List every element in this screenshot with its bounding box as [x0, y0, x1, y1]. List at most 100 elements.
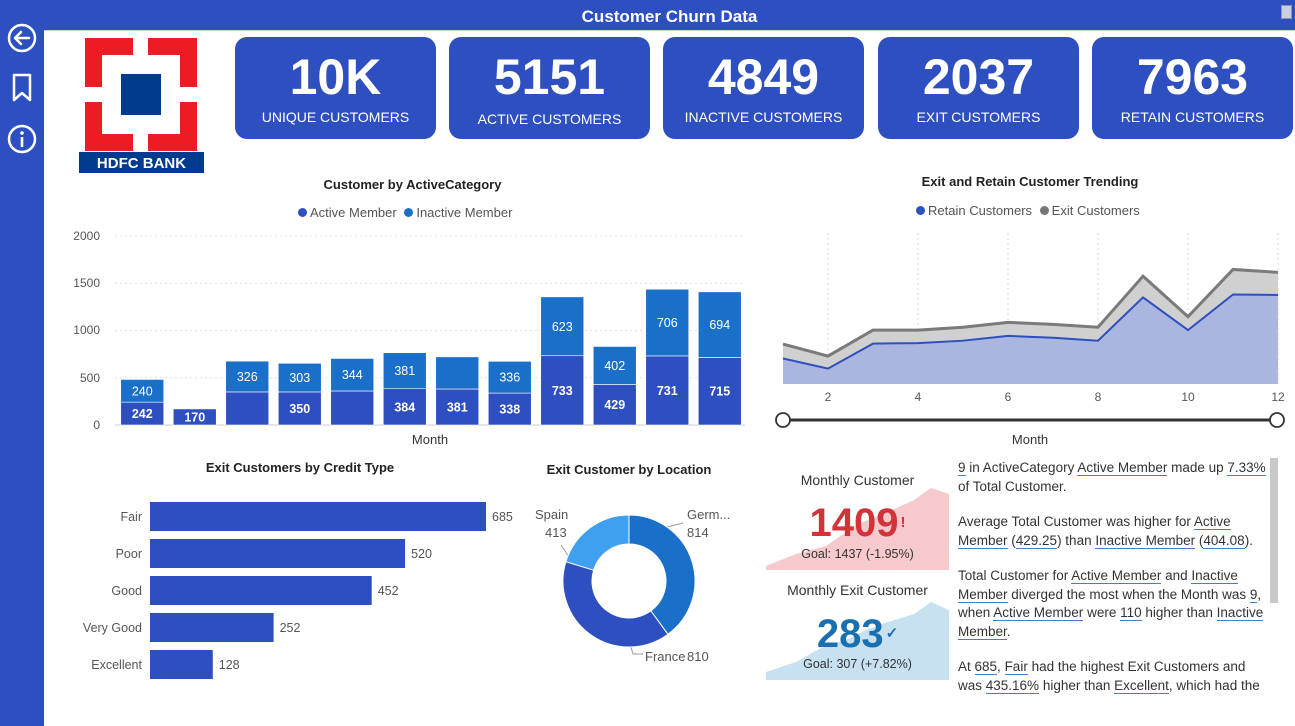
data-label: 384 [394, 400, 415, 414]
data-label: 733 [552, 384, 573, 398]
x-tick-label: 6 [1005, 390, 1012, 404]
narrative-value: Active Member [1071, 568, 1162, 584]
narrative-text: were [1083, 605, 1121, 620]
data-label: 694 [709, 318, 730, 332]
category-label: Fair [120, 510, 142, 524]
monthly-customer-label: Monthly Customer [800, 472, 915, 488]
kpi-inactive-customers: 4849 INACTIVE CUSTOMERS [663, 37, 864, 139]
donut-slice [565, 514, 630, 571]
kpi-value: 10K [289, 49, 382, 105]
donut-label-value: 413 [545, 525, 567, 540]
category-label: Excellent [91, 658, 142, 672]
legend-dot [404, 208, 414, 217]
donut-label-name: France [645, 649, 685, 664]
y-tick-label: 500 [80, 371, 100, 385]
credit-type-chart: Fair 685 Poor 520 Good 452 Very Good 252 Excelle… [83, 502, 513, 679]
data-label: 452 [378, 584, 399, 598]
narrative-text: ( [1007, 532, 1016, 548]
data-label: 128 [219, 658, 240, 672]
back-arrow-icon[interactable] [7, 23, 37, 53]
legend-dot [1039, 206, 1049, 215]
narrative-text: Total Customer for [958, 568, 1072, 583]
narrative-value: Excellent [1114, 677, 1169, 694]
trend-chart-title: Exit and Retain Customer Trending [921, 174, 1139, 189]
data-label: 402 [604, 359, 625, 373]
narrative-value: Fair [1004, 659, 1028, 675]
x-tick-label: 8 [1095, 390, 1102, 404]
data-label: 252 [280, 621, 301, 635]
narrative-paragraph: Average Total Customer was higher for Ac… [958, 513, 1270, 550]
credit-bar [150, 502, 486, 531]
kpi-value: 2037 [922, 49, 1035, 105]
narrative-value: 7.33% [1227, 460, 1266, 476]
y-tick-label: 2000 [73, 229, 100, 243]
legend-dot [298, 208, 307, 217]
narrative-paragraph: 9 in ActiveCategory Active Member made u… [958, 459, 1270, 496]
kpi-retain-customers: 7963 RETAIN CUSTOMERS [1092, 37, 1293, 139]
data-label: 623 [552, 320, 573, 334]
narrative-value: 429.25 [1015, 532, 1058, 549]
narrative-scrollbar[interactable] [1270, 458, 1278, 603]
legend-label[interactable]: Exit Customers [1052, 203, 1140, 218]
legend-label[interactable]: Active Member [310, 205, 397, 220]
y-tick-label: 0 [93, 418, 100, 432]
trend-chart-legend: Retain Customers Exit Customers [916, 203, 1140, 218]
credit-bar [150, 613, 274, 642]
donut-label-value: 814 [687, 525, 709, 540]
data-label: 706 [657, 316, 678, 330]
narrative-text: in ActiveCategory [965, 460, 1078, 475]
data-label: 731 [657, 384, 678, 398]
data-label: 520 [411, 547, 432, 561]
kpi-value: 7963 [1136, 49, 1249, 105]
kpi-active-customers: 5151 ACTIVE CUSTOMERS [449, 37, 650, 139]
info-icon[interactable] [7, 124, 37, 154]
active-category-chart: 2000 1500 1000 500 0 Month 242 240 170 326 3… [73, 229, 745, 447]
x-tick-label: 12 [1271, 390, 1285, 404]
data-label: 685 [492, 510, 513, 524]
kpi-label: EXIT CUSTOMERS [916, 109, 1041, 125]
narrative-value: 9 [958, 460, 966, 476]
narrative-text: , [997, 659, 1005, 674]
range-slider-start-handle[interactable] [775, 412, 791, 428]
narrative-value: Active Member [993, 605, 1084, 621]
donut-label-name: Spain [535, 507, 568, 522]
sidebar [0, 0, 44, 726]
location-donut-chart: Spain 413 Germ... 814 France 810 [535, 507, 730, 664]
narrative-text: higher than [1141, 605, 1217, 620]
legend-dot [916, 206, 925, 215]
y-tick-label: 1000 [73, 323, 100, 337]
x-tick-label: 2 [825, 390, 832, 404]
legend-label[interactable]: Inactive Member [416, 205, 512, 220]
smart-narrative: 9 in ActiveCategory Active Member made u… [958, 459, 1270, 711]
narrative-text: At [958, 659, 975, 674]
hdfc-bank-logo: HDFC BANK [79, 38, 204, 173]
narrative-value: Inactive Member [1095, 532, 1196, 549]
narrative-value: Active Member [1077, 460, 1168, 476]
warning-icon: ! [900, 514, 906, 531]
category-label: Very Good [83, 621, 142, 635]
header-bar: Customer Churn Data [44, 0, 1295, 31]
data-label: 303 [289, 371, 310, 385]
data-label: 170 [184, 410, 205, 424]
header-scroll-button[interactable] [1281, 5, 1292, 19]
monthly-customer-kpi: 1409! [766, 499, 949, 547]
bookmark-icon[interactable] [7, 72, 37, 102]
data-label: 715 [709, 385, 730, 399]
kpi-exit-customers: 2037 EXIT CUSTOMERS [878, 37, 1079, 139]
legend-label[interactable]: Retain Customers [928, 203, 1032, 218]
donut-label-value: 810 [687, 649, 709, 664]
active-chart-title: Customer by ActiveCategory [323, 177, 502, 192]
narrative-paragraph: Total Customer for Active Member and Ina… [958, 567, 1270, 641]
location-chart-title: Exit Customer by Location [546, 462, 712, 477]
data-label: 338 [499, 403, 520, 417]
donut-slice [562, 561, 669, 648]
active-chart-legend: Active Member Inactive Member [298, 205, 512, 220]
data-label: 336 [499, 371, 520, 385]
monthly-customer-goal: Goal: 1437 (-1.95%) [801, 547, 914, 561]
logo-text: HDFC BANK [97, 155, 186, 172]
range-slider-end-handle[interactable] [1269, 412, 1285, 428]
monthly-exit-kpi: 283 ✓ [766, 610, 949, 658]
narrative-text: of Total Customer. [958, 478, 1067, 494]
narrative-value: 685 [974, 659, 998, 675]
narrative-paragraph: At 685, Fair had the highest Exit Custom… [958, 658, 1270, 695]
